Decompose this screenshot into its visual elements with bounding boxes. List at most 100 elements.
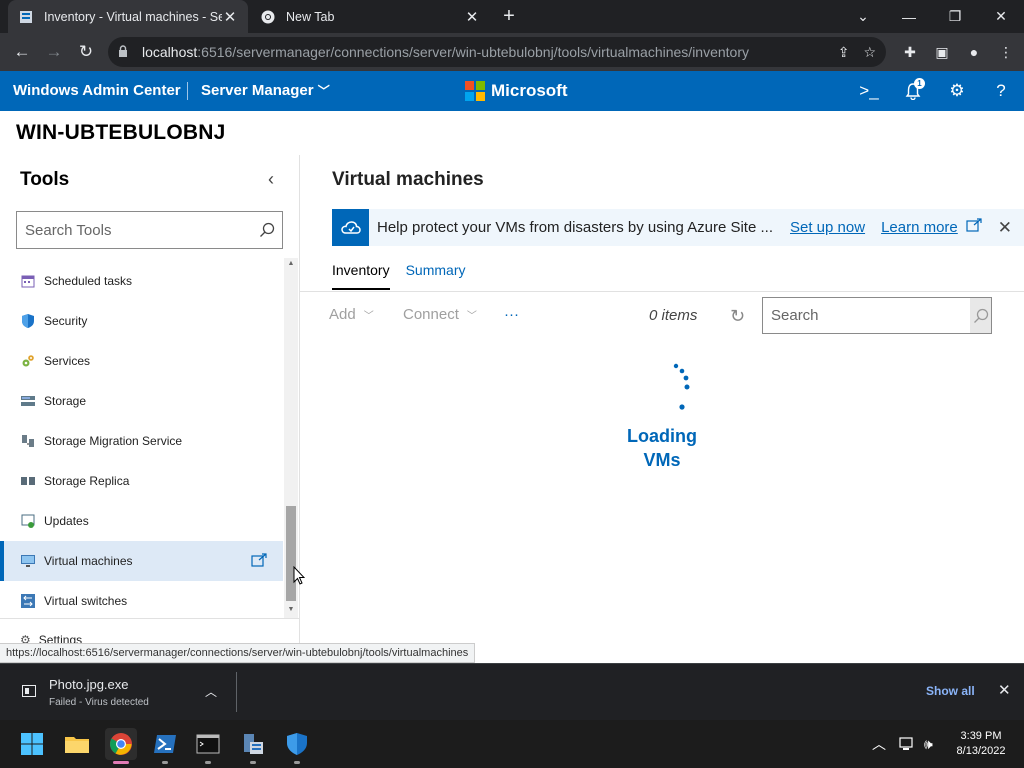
collapse-chevron-icon[interactable]: ‹ bbox=[268, 169, 274, 190]
download-shelf: Photo.jpg.exe Failed - Virus detected ︿ … bbox=[0, 663, 1024, 720]
more-actions-button[interactable]: ··· bbox=[504, 306, 519, 323]
browser-tab-inventory[interactable]: Inventory - Virtual machines - Se ✕ bbox=[8, 0, 248, 33]
show-all-button[interactable]: Show all bbox=[926, 684, 975, 698]
file-icon bbox=[22, 684, 36, 698]
grid-search-input[interactable] bbox=[763, 298, 970, 333]
setup-now-link[interactable]: Set up now bbox=[790, 219, 865, 236]
tools-search-input[interactable] bbox=[25, 221, 252, 239]
scroll-up-arrow-icon[interactable]: ▲ bbox=[287, 260, 295, 267]
dismiss-banner-icon[interactable]: ✕ bbox=[998, 218, 1012, 238]
tools-search-box[interactable] bbox=[16, 211, 283, 249]
wac-header: Windows Admin Center Server Manager ﹀ Mi… bbox=[0, 71, 1024, 111]
tool-item-storage-replica[interactable]: Storage Replica bbox=[0, 461, 283, 501]
download-status: Failed - Virus detected bbox=[49, 697, 149, 708]
chevron-down-icon: ﹀ bbox=[317, 84, 330, 98]
download-divider bbox=[236, 672, 237, 712]
windows-security-icon[interactable] bbox=[281, 728, 313, 764]
tool-item-updates[interactable]: Updates bbox=[0, 501, 283, 541]
restore-button[interactable]: ❐ bbox=[932, 0, 978, 33]
share-icon[interactable]: ⇪ bbox=[838, 44, 850, 61]
side-panel-icon[interactable]: ▣ bbox=[932, 40, 952, 64]
tab-search-icon[interactable]: ⌄ bbox=[840, 0, 886, 33]
server-manager-icon[interactable] bbox=[237, 728, 269, 764]
profile-avatar-icon[interactable]: ● bbox=[964, 40, 984, 64]
network-icon[interactable] bbox=[899, 720, 915, 768]
chrome-favicon-icon bbox=[260, 9, 276, 25]
volume-icon[interactable]: 🕪 bbox=[924, 720, 933, 768]
browser-toolbar: ← → ↻ localhost:6516/servermanager/conne… bbox=[0, 33, 1024, 71]
external-link-icon[interactable] bbox=[966, 218, 982, 237]
notifications-bell-icon[interactable]: 1 bbox=[901, 71, 925, 111]
tab-summary[interactable]: Summary bbox=[406, 262, 466, 290]
url-host: localhost bbox=[142, 44, 198, 60]
tool-item-label: Storage Replica bbox=[44, 474, 130, 488]
help-icon[interactable]: ? bbox=[989, 71, 1013, 111]
taskbar: ︿ 🕪 3:39 PM 8/13/2022 bbox=[0, 720, 1024, 768]
tool-item-services[interactable]: Services bbox=[0, 341, 283, 381]
notification-badge: 1 bbox=[914, 78, 925, 89]
search-icon[interactable] bbox=[252, 222, 282, 238]
server-name: WIN-UBTEBULOBNJ bbox=[16, 121, 226, 144]
close-download-shelf-icon[interactable]: ✕ bbox=[998, 681, 1011, 699]
open-in-new-window-icon[interactable] bbox=[251, 553, 267, 570]
header-divider bbox=[187, 82, 188, 100]
mouse-cursor-icon bbox=[293, 565, 306, 590]
microsoft-logo-icon bbox=[465, 81, 485, 101]
url-path: :6516/servermanager/connections/server/w… bbox=[197, 44, 750, 60]
tool-item-storage-migration[interactable]: Storage Migration Service bbox=[0, 421, 283, 461]
back-arrow-icon[interactable]: ← bbox=[10, 40, 34, 64]
grid-search-box[interactable] bbox=[762, 297, 992, 334]
new-tab-button[interactable]: + bbox=[498, 5, 520, 27]
close-tab-icon[interactable]: ✕ bbox=[464, 8, 480, 26]
app-name[interactable]: Windows Admin Center bbox=[13, 71, 181, 111]
tool-item-label: Updates bbox=[44, 514, 89, 528]
tool-item-storage[interactable]: Storage bbox=[0, 381, 283, 421]
shield-icon bbox=[20, 313, 36, 329]
content-tabs: Inventory Summary bbox=[332, 262, 482, 292]
system-clock[interactable]: 3:39 PM 8/13/2022 bbox=[950, 729, 1012, 759]
search-icon[interactable] bbox=[970, 298, 991, 333]
loading-line-2: VMs bbox=[643, 450, 681, 470]
chrome-icon[interactable] bbox=[105, 728, 137, 764]
tools-scrollbar[interactable]: ▲ ▼ bbox=[284, 258, 298, 618]
learn-more-link[interactable]: Learn more bbox=[881, 219, 958, 236]
tab-title: Inventory - Virtual machines - Se bbox=[44, 9, 222, 24]
connect-button[interactable]: Connect ﹀ bbox=[403, 306, 477, 323]
terminal-icon[interactable] bbox=[192, 728, 224, 764]
chevron-down-icon: ﹀ bbox=[363, 311, 374, 322]
browser-menu-icon[interactable]: ⋮ bbox=[996, 40, 1016, 64]
chevron-up-icon[interactable]: ︿ bbox=[205, 683, 217, 700]
loading-spinner-icon bbox=[664, 362, 704, 414]
download-file-name[interactable]: Photo.jpg.exe bbox=[49, 677, 129, 692]
page-title: Virtual machines bbox=[332, 169, 484, 190]
context-switcher[interactable]: Server Manager ﹀ bbox=[201, 71, 330, 111]
tool-item-scheduled-tasks[interactable]: Scheduled tasks bbox=[0, 261, 283, 301]
tool-item-security[interactable]: Security bbox=[0, 301, 283, 341]
tab-title: New Tab bbox=[286, 9, 335, 24]
minimize-button[interactable]: — bbox=[886, 0, 932, 33]
close-window-button[interactable]: ✕ bbox=[978, 0, 1024, 33]
start-windows-icon[interactable] bbox=[16, 728, 48, 760]
powershell-icon[interactable] bbox=[149, 728, 181, 764]
storage-icon bbox=[20, 393, 36, 409]
settings-gear-icon[interactable]: ⚙ bbox=[945, 71, 969, 111]
bookmark-star-icon[interactable]: ☆ bbox=[863, 44, 876, 61]
tools-title: Tools bbox=[20, 169, 70, 190]
tool-item-virtual-machines[interactable]: Virtual machines bbox=[0, 541, 283, 581]
browser-tab-new[interactable]: New Tab ✕ bbox=[250, 0, 490, 33]
lock-icon bbox=[118, 44, 132, 60]
add-button[interactable]: Add ﹀ bbox=[329, 306, 374, 323]
extensions-puzzle-icon[interactable]: ✚ bbox=[900, 40, 920, 64]
powershell-prompt-icon[interactable]: >_ bbox=[857, 71, 881, 111]
tab-inventory[interactable]: Inventory bbox=[332, 262, 390, 290]
file-explorer-icon[interactable] bbox=[61, 728, 93, 760]
running-indicator bbox=[205, 761, 211, 764]
refresh-icon[interactable]: ↻ bbox=[730, 306, 745, 327]
scroll-down-arrow-icon[interactable]: ▼ bbox=[287, 606, 295, 613]
close-tab-icon[interactable]: ✕ bbox=[222, 8, 238, 26]
show-hidden-icons-chevron-icon[interactable]: ︿ bbox=[872, 720, 886, 768]
forward-arrow-icon[interactable]: → bbox=[42, 40, 66, 64]
tool-item-virtual-switches[interactable]: Virtual switches bbox=[0, 581, 283, 618]
address-bar[interactable]: localhost:6516/servermanager/connections… bbox=[108, 37, 886, 67]
reload-icon[interactable]: ↻ bbox=[74, 40, 98, 64]
